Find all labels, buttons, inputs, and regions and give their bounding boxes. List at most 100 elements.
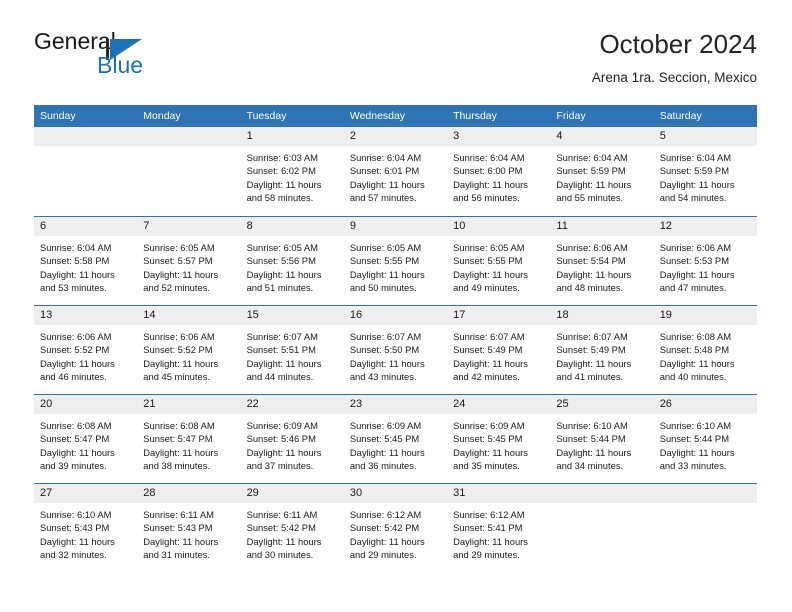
sunrise-text: Sunrise: 6:08 AM xyxy=(659,331,732,342)
calendar-day-cell[interactable]: 27 Sunrise: 6:10 AM Sunset: 5:43 PM Dayligh… xyxy=(34,484,138,572)
calendar-day-cell[interactable]: 1 Sunrise: 6:03 AM Sunset: 6:02 PM Daylight… xyxy=(240,127,344,216)
day-number: 31 xyxy=(453,487,466,499)
sunrise-text: Sunrise: 6:06 AM xyxy=(143,331,215,342)
calendar-day-cell[interactable]: 23 Sunrise: 6:09 AM Sunset: 5:45 PM Dayligh… xyxy=(343,395,448,483)
day-number: 17 xyxy=(453,309,466,321)
brand-name-blue: Blue xyxy=(97,52,144,78)
day-details: Sunrise: 6:08 AM Sunset: 5:47 PM Daylight:… xyxy=(34,414,137,473)
calendar-day-cell[interactable]: 10 Sunrise: 6:05 AM Sunset: 5:55 PM Dayligh… xyxy=(447,217,551,305)
calendar-day-cell[interactable]: 5 Sunrise: 6:04 AM Sunset: 5:59 PM Daylight… xyxy=(653,127,757,216)
day-number-band: 19 xyxy=(653,306,757,325)
daylight-text: Daylight: 11 hours xyxy=(349,446,425,458)
calendar-day-cell[interactable]: 14 Sunrise: 6:06 AM Sunset: 5:52 PM Dayligh… xyxy=(137,306,241,394)
day-number-band: 12 xyxy=(653,217,757,236)
day-details: Sunrise: 6:05 AM Sunset: 5:57 PM Daylight:… xyxy=(137,236,240,295)
daylight-text-cont: and 41 minutes. xyxy=(556,371,624,383)
sunset-text: Sunset: 5:45 PM xyxy=(349,433,420,445)
calendar-day-cell[interactable]: 16 Sunrise: 6:07 AM Sunset: 5:50 PM Dayligh… xyxy=(343,306,448,394)
sunrise-text: Sunrise: 6:09 AM xyxy=(453,420,525,431)
day-number: 24 xyxy=(453,398,466,410)
daylight-text: Daylight: 11 hours xyxy=(143,535,219,547)
day-number-band: 1 xyxy=(240,127,344,146)
title-block: October 2024 Arena 1ra. Seccion, Mexico xyxy=(592,28,757,86)
calendar-week-row: 20 Sunrise: 6:08 AM Sunset: 5:47 PM Dayligh… xyxy=(34,394,757,483)
day-number-band: 24 xyxy=(447,395,551,414)
calendar-day-cell[interactable]: 30 Sunrise: 6:12 AM Sunset: 5:42 PM Dayligh… xyxy=(343,484,448,572)
sunrise-text: Sunrise: 6:06 AM xyxy=(40,331,112,342)
day-number: 14 xyxy=(143,309,156,321)
daylight-text-cont: and 57 minutes. xyxy=(349,192,417,204)
calendar-day-cell[interactable]: 2 Sunrise: 6:04 AM Sunset: 6:01 PM Daylight… xyxy=(343,127,448,216)
daylight-text: Daylight: 11 hours xyxy=(246,268,322,280)
sunset-text: Sunset: 5:46 PM xyxy=(246,433,316,445)
sunrise-text: Sunrise: 6:06 AM xyxy=(659,242,732,253)
day-number: 8 xyxy=(246,220,253,232)
daylight-text: Daylight: 11 hours xyxy=(453,535,528,547)
calendar-day-cell[interactable]: 13 Sunrise: 6:06 AM Sunset: 5:52 PM Dayligh… xyxy=(34,306,138,394)
day-details: Sunrise: 6:05 AM Sunset: 5:55 PM Daylight:… xyxy=(447,236,550,295)
sunset-text: Sunset: 5:44 PM xyxy=(659,433,729,445)
sunset-text: Sunset: 5:51 PM xyxy=(246,344,316,356)
sunrise-text: Sunrise: 6:04 AM xyxy=(453,152,525,163)
weekday-header-row: Sunday Monday Tuesday Wednesday Thursday Frid… xyxy=(34,105,757,127)
sunrise-text: Sunrise: 6:12 AM xyxy=(349,509,422,520)
day-details: Sunrise: 6:05 AM Sunset: 5:55 PM Daylight:… xyxy=(344,236,447,295)
daylight-text: Daylight: 11 hours xyxy=(349,357,425,369)
weekday-header-saturday: Saturday xyxy=(659,110,702,122)
sunrise-text: Sunrise: 6:08 AM xyxy=(143,420,215,431)
day-details xyxy=(137,146,240,151)
calendar-day-cell[interactable]: 4 Sunrise: 6:04 AM Sunset: 5:59 PM Daylight… xyxy=(550,127,654,216)
calendar-day-cell[interactable]: 6 Sunrise: 6:04 AM Sunset: 5:58 PM Daylight… xyxy=(34,217,138,305)
calendar-day-cell[interactable]: 25 Sunrise: 6:10 AM Sunset: 5:44 PM Dayligh… xyxy=(550,395,654,483)
day-number: 18 xyxy=(556,309,569,321)
calendar-day-cell[interactable]: 17 Sunrise: 6:07 AM Sunset: 5:49 PM Dayligh… xyxy=(447,306,551,394)
calendar-day-cell[interactable]: 26 Sunrise: 6:10 AM Sunset: 5:44 PM Dayligh… xyxy=(653,395,757,483)
day-number-band: 8 xyxy=(240,217,344,236)
calendar-day-cell-empty xyxy=(137,127,241,216)
calendar-day-cell[interactable]: 22 Sunrise: 6:09 AM Sunset: 5:46 PM Dayligh… xyxy=(240,395,344,483)
calendar-day-cell[interactable]: 15 Sunrise: 6:07 AM Sunset: 5:51 PM Dayligh… xyxy=(240,306,344,394)
daylight-text: Daylight: 11 hours xyxy=(349,178,425,190)
daylight-text: Daylight: 11 hours xyxy=(453,178,528,190)
sunset-text: Sunset: 5:50 PM xyxy=(349,344,420,356)
sunrise-text: Sunrise: 6:05 AM xyxy=(349,242,422,253)
brand-name-general: General xyxy=(34,28,116,54)
calendar-day-cell[interactable]: 8 Sunrise: 6:05 AM Sunset: 5:56 PM Daylight… xyxy=(240,217,344,305)
daylight-text-cont: and 34 minutes. xyxy=(556,460,624,472)
brand-logo[interactable]: General Blue xyxy=(34,28,274,88)
daylight-text-cont: and 44 minutes. xyxy=(246,371,314,383)
calendar-day-cell[interactable]: 20 Sunrise: 6:08 AM Sunset: 5:47 PM Dayligh… xyxy=(34,395,138,483)
daylight-text-cont: and 55 minutes. xyxy=(556,192,624,204)
calendar-day-cell[interactable]: 3 Sunrise: 6:04 AM Sunset: 6:00 PM Daylight… xyxy=(447,127,551,216)
calendar-day-cell[interactable]: 11 Sunrise: 6:06 AM Sunset: 5:54 PM Dayligh… xyxy=(550,217,654,305)
calendar-day-cell[interactable]: 28 Sunrise: 6:11 AM Sunset: 5:43 PM Dayligh… xyxy=(137,484,241,572)
sunset-text: Sunset: 5:44 PM xyxy=(556,433,626,445)
calendar-day-cell[interactable]: 19 Sunrise: 6:08 AM Sunset: 5:48 PM Dayligh… xyxy=(653,306,757,394)
day-number-band: 30 xyxy=(343,484,448,503)
day-details: Sunrise: 6:06 AM Sunset: 5:52 PM Daylight:… xyxy=(34,325,137,384)
day-details: Sunrise: 6:04 AM Sunset: 5:59 PM Daylight:… xyxy=(654,146,757,205)
day-number: 19 xyxy=(659,309,672,321)
daylight-text-cont: and 52 minutes. xyxy=(143,282,210,294)
calendar-day-cell[interactable]: 9 Sunrise: 6:05 AM Sunset: 5:55 PM Daylight… xyxy=(343,217,448,305)
daylight-text: Daylight: 11 hours xyxy=(556,268,632,280)
daylight-text-cont: and 50 minutes. xyxy=(349,282,417,294)
calendar-day-cell[interactable]: 29 Sunrise: 6:11 AM Sunset: 5:42 PM Dayligh… xyxy=(240,484,344,572)
day-number: 7 xyxy=(143,220,150,232)
sunset-text: Sunset: 5:41 PM xyxy=(453,522,523,534)
calendar-day-cell[interactable]: 12 Sunrise: 6:06 AM Sunset: 5:53 PM Dayligh… xyxy=(653,217,757,305)
calendar-day-cell[interactable]: 18 Sunrise: 6:07 AM Sunset: 5:49 PM Dayligh… xyxy=(550,306,654,394)
sunset-text: Sunset: 5:55 PM xyxy=(453,255,523,267)
calendar-day-cell[interactable]: 21 Sunrise: 6:08 AM Sunset: 5:47 PM Dayligh… xyxy=(137,395,241,483)
day-number-band: 7 xyxy=(137,217,241,236)
daylight-text-cont: and 54 minutes. xyxy=(659,192,727,204)
calendar-day-cell[interactable]: 31 Sunrise: 6:12 AM Sunset: 5:41 PM Dayligh… xyxy=(447,484,551,572)
calendar-day-cell[interactable]: 24 Sunrise: 6:09 AM Sunset: 5:45 PM Dayligh… xyxy=(447,395,551,483)
sunset-text: Sunset: 5:42 PM xyxy=(246,522,316,534)
calendar-day-cell[interactable]: 7 Sunrise: 6:05 AM Sunset: 5:57 PM Daylight… xyxy=(137,217,241,305)
daylight-text-cont: and 40 minutes. xyxy=(659,371,727,383)
sunset-text: Sunset: 5:45 PM xyxy=(453,433,523,445)
sunset-text: Sunset: 5:58 PM xyxy=(40,255,110,267)
day-number: 30 xyxy=(349,487,363,499)
day-number-band: 31 xyxy=(447,484,551,503)
